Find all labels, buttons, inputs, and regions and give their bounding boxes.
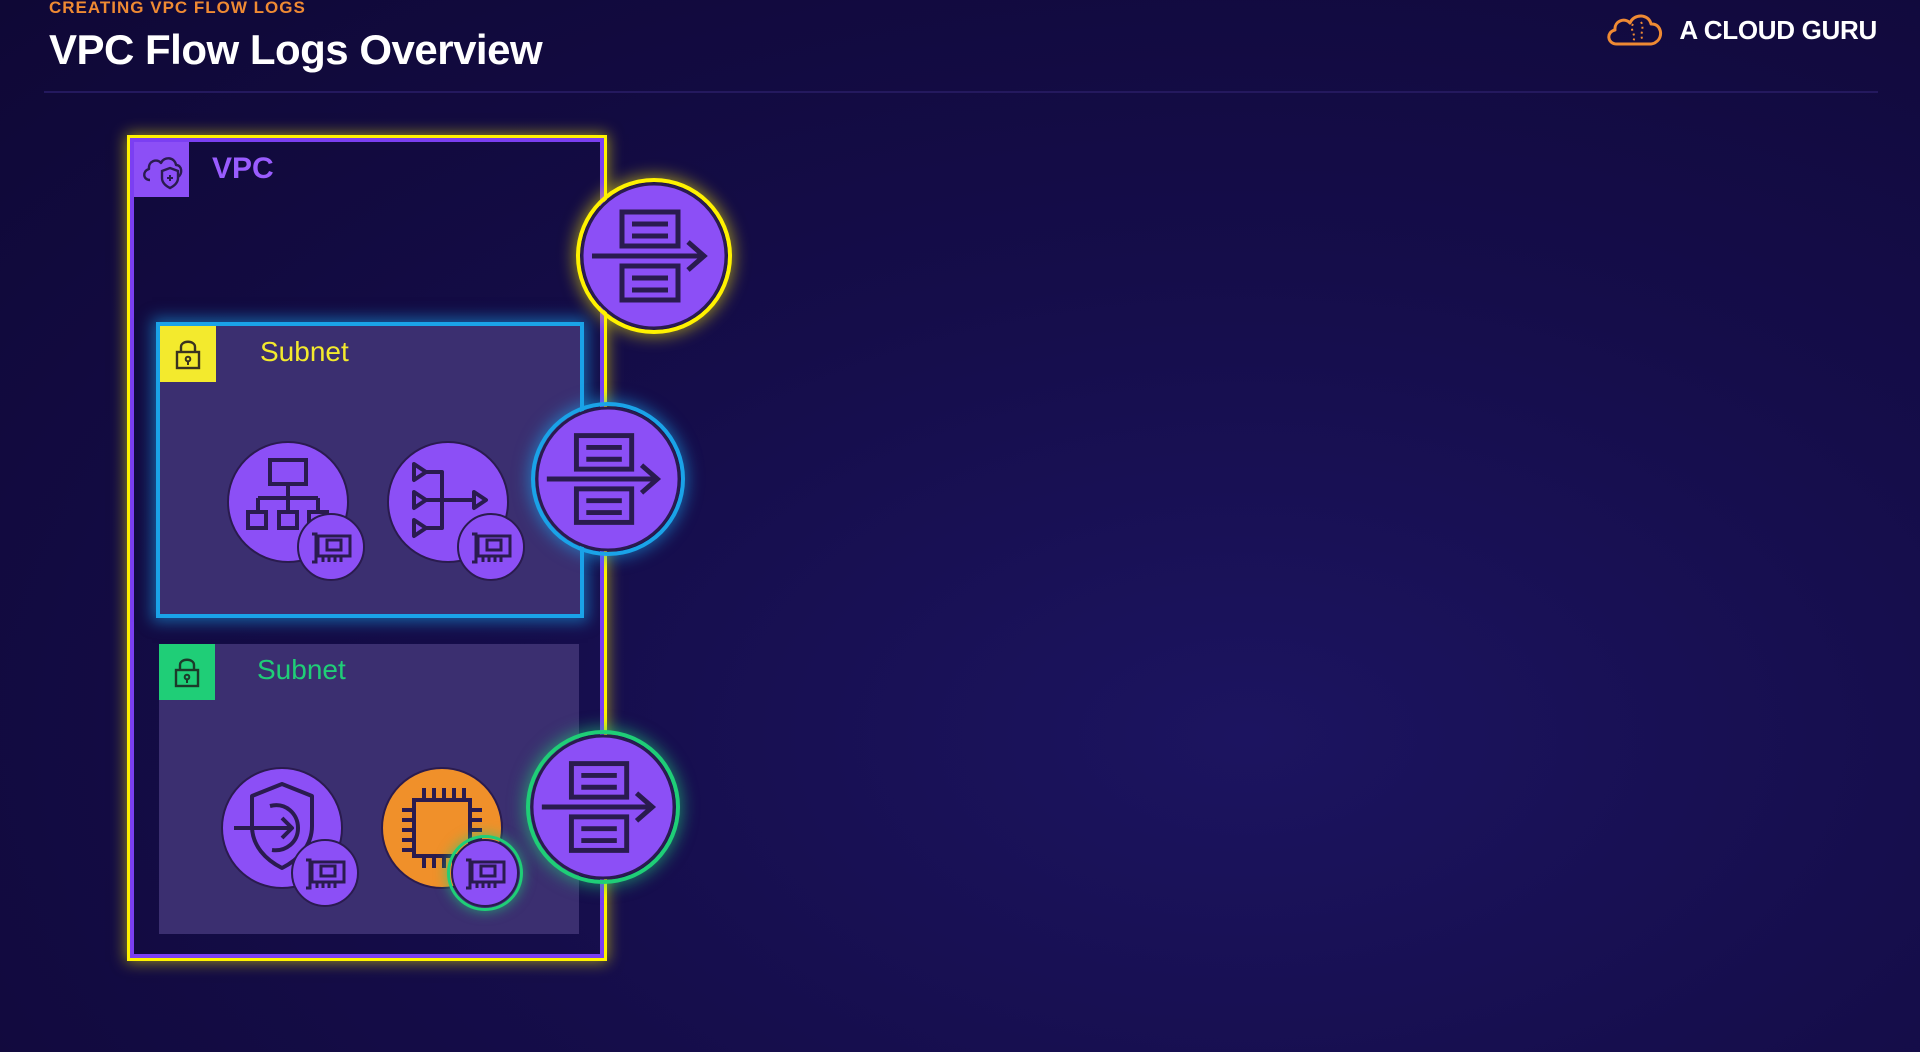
subnet-private: Subnet — [159, 644, 579, 934]
flow-logs-icon — [530, 734, 676, 880]
network-interface-icon — [450, 838, 520, 908]
network-interface-icon — [296, 512, 366, 582]
lock-icon — [159, 644, 215, 700]
cloud-logo-icon — [1603, 10, 1667, 50]
subnet-label: Subnet — [257, 654, 346, 685]
network-interface-icon — [456, 512, 526, 582]
slide: CREATING VPC FLOW LOGS VPC Flow Logs Ove… — [0, 0, 1920, 1052]
network-interface-icon — [290, 838, 360, 908]
lock-icon — [160, 326, 216, 382]
flow-logs-icon — [535, 406, 681, 552]
brand-logo: A CLOUD GURU — [1603, 10, 1877, 50]
brand-name: A CLOUD GURU — [1679, 14, 1877, 45]
subnet-public: Subnet — [156, 322, 584, 618]
slide-subtitle: CREATING VPC FLOW LOGS — [49, 0, 306, 17]
header-divider — [44, 91, 1878, 93]
vpc-label: VPC — [212, 152, 274, 185]
flow-logs-icon — [580, 182, 728, 330]
vpc-cloud-shield-icon — [134, 142, 189, 197]
slide-title: VPC Flow Logs Overview — [49, 26, 543, 73]
subnet-label: Subnet — [260, 336, 349, 367]
